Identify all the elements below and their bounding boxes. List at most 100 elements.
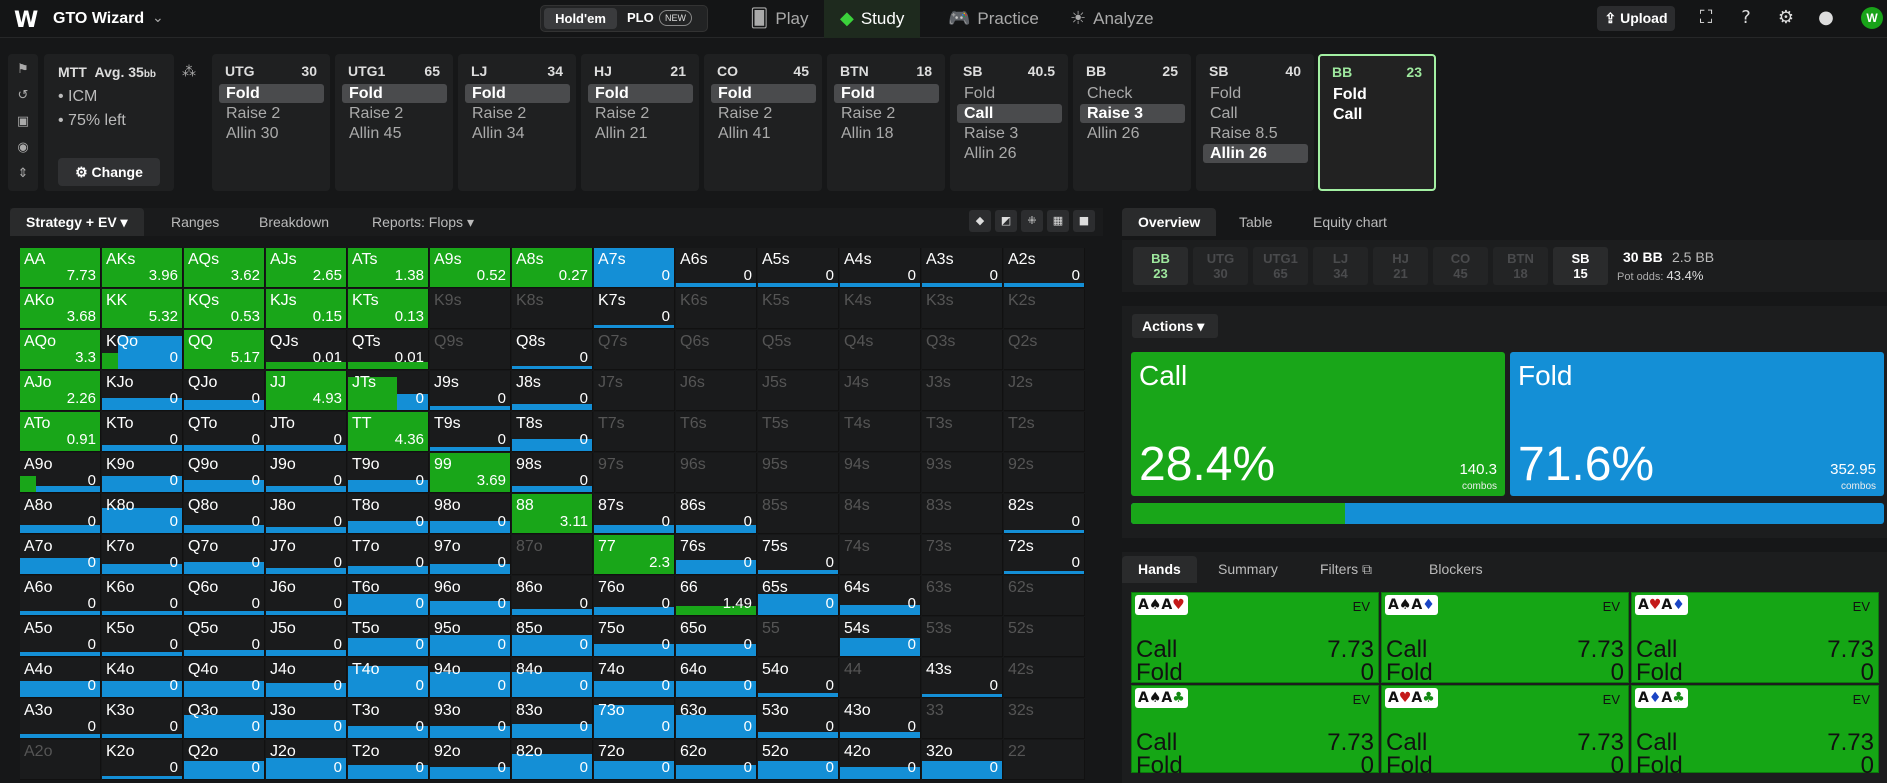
hand-cell-a9o[interactable]: A9o 0 [20,453,101,493]
tab-overview[interactable]: Overview [1122,208,1217,236]
seat-co[interactable]: CO 45 [1433,247,1488,285]
seat-hj[interactable]: HJ 21 [1373,247,1428,285]
hand-cell-94s[interactable]: 94s [840,453,921,493]
position-card-hj[interactable]: HJ 21 Fold Raise 2 Allin 21 [581,54,699,191]
hand-cell-j7s[interactable]: J7s [594,371,675,411]
hand-combo-card[interactable]: A♥A♣ EV Call 7.73 Fold 0 [1381,685,1629,779]
hand-cell-42s[interactable]: 42s [1004,658,1085,698]
action-option[interactable]: Allin 26 [1080,124,1185,143]
action-option[interactable]: Fold [1326,85,1431,104]
action-option[interactable]: Allin 34 [465,124,570,143]
action-option[interactable]: Allin 45 [342,124,447,143]
hand-cell-j3s[interactable]: J3s [922,371,1003,411]
seat-btn[interactable]: BTN 18 [1493,247,1548,285]
hand-cell-j9s[interactable]: J9s 0 [430,371,511,411]
action-option[interactable]: Fold [957,84,1062,103]
hand-cell-ats[interactable]: ATs 1.38 [348,248,429,288]
hand-cell-32s[interactable]: 32s [1004,699,1085,739]
brand-name[interactable]: GTO Wizard [53,10,144,28]
action-option[interactable]: Allin 26 [1203,144,1308,163]
hand-cell-j8s[interactable]: J8s 0 [512,371,593,411]
action-option[interactable]: Raise 2 [342,104,447,123]
hand-cell-76s[interactable]: 76s 0 [676,535,757,575]
hand-cell-ajs[interactable]: AJs 2.65 [266,248,347,288]
hand-cell-q8o[interactable]: Q8o 0 [184,494,265,534]
hand-cell-52o[interactable]: 52o 0 [758,740,839,780]
chevron-down-icon[interactable]: ⌄ [152,9,164,26]
hand-cell-k6s[interactable]: K6s [676,289,757,329]
hand-cell-kjs[interactable]: KJs 0.15 [266,289,347,329]
hand-cell-k7o[interactable]: K7o 0 [102,535,183,575]
hand-cell-a3s[interactable]: A3s 0 [922,248,1003,288]
hand-cell-62o[interactable]: 62o 0 [676,740,757,780]
hand-cell-64s[interactable]: 64s 0 [840,576,921,616]
hand-cell-t2o[interactable]: T2o 0 [348,740,429,780]
hand-cell-83o[interactable]: 83o 0 [512,699,593,739]
hand-cell-a5o[interactable]: A5o 0 [20,617,101,657]
view-grid-icon[interactable]: ▦ [1047,210,1069,232]
action-option[interactable]: Allin 30 [219,124,324,143]
hand-cell-q9o[interactable]: Q9o 0 [184,453,265,493]
hand-cell-j4o[interactable]: J4o 0 [266,658,347,698]
hand-cell-t8o[interactable]: T8o 0 [348,494,429,534]
hand-cell-63o[interactable]: 63o 0 [676,699,757,739]
hand-cell-73s[interactable]: 73s [922,535,1003,575]
hand-cell-k2s[interactable]: K2s [1004,289,1085,329]
action-option[interactable]: Fold [588,84,693,103]
hand-cell-qjo[interactable]: QJo 0 [184,371,265,411]
action-option[interactable]: Fold [711,84,816,103]
hand-cell-t3o[interactable]: T3o 0 [348,699,429,739]
hand-cell-43o[interactable]: 43o 0 [840,699,921,739]
hand-cell-j5s[interactable]: J5s [758,371,839,411]
action-option[interactable]: Fold [342,84,447,103]
action-option[interactable]: Raise 3 [957,124,1062,143]
plo-toggle-button[interactable]: PLO [627,10,654,25]
holdem-toggle-button[interactable]: Hold'em [544,8,617,29]
hand-cell-t5s[interactable]: T5s [758,412,839,452]
hand-cell-j5o[interactable]: J5o 0 [266,617,347,657]
hand-cell-t4s[interactable]: T4s [840,412,921,452]
hand-cell-k5o[interactable]: K5o 0 [102,617,183,657]
action-option[interactable]: Allin 21 [588,124,693,143]
hand-cell-75s[interactable]: 75s 0 [758,535,839,575]
hand-cell-jto[interactable]: JTo 0 [266,412,347,452]
hand-cell-q3s[interactable]: Q3s [922,330,1003,370]
hand-cell-j4s[interactable]: J4s [840,371,921,411]
hand-cell-92s[interactable]: 92s [1004,453,1085,493]
hand-cell-84s[interactable]: 84s [840,494,921,534]
hand-cell-92o[interactable]: 92o 0 [430,740,511,780]
hand-cell-98o[interactable]: 98o 0 [430,494,511,534]
position-card-co[interactable]: CO 45 Fold Raise 2 Allin 41 [704,54,822,191]
position-card-lj[interactable]: LJ 34 Fold Raise 2 Allin 34 [458,54,576,191]
hand-cell-93o[interactable]: 93o 0 [430,699,511,739]
hand-cell-a8s[interactable]: A8s 0.27 [512,248,593,288]
seat-bb[interactable]: BB 23 [1133,247,1188,285]
gto-wizard-logo-icon[interactable]: W [14,8,40,33]
tab-table[interactable]: Table [1239,208,1272,236]
hand-cell-kto[interactable]: KTo 0 [102,412,183,452]
position-card-sb[interactable]: SB 40.5 Fold Call Raise 3 Allin 26 [950,54,1068,191]
hand-cell-a6o[interactable]: A6o 0 [20,576,101,616]
tab-blockers[interactable]: Blockers [1429,556,1483,583]
position-card-bb[interactable]: BB 23 Fold Call [1318,54,1436,191]
share-icon[interactable]: ⁂ [182,64,196,80]
hand-cell-94o[interactable]: 94o 0 [430,658,511,698]
gear-icon[interactable]: ⚙ [1775,7,1797,29]
hand-cell-kqo[interactable]: KQo 0 [102,330,183,370]
hand-cell-97o[interactable]: 97o 0 [430,535,511,575]
hand-cell-a3o[interactable]: A3o 0 [20,699,101,739]
hand-cell-99[interactable]: 99 3.69 [430,453,511,493]
hand-cell-96s[interactable]: 96s [676,453,757,493]
user-icon[interactable]: ● [1815,7,1837,29]
hand-cell-kts[interactable]: KTs 0.13 [348,289,429,329]
hand-cell-95s[interactable]: 95s [758,453,839,493]
hand-cell-q5o[interactable]: Q5o 0 [184,617,265,657]
screenshot-icon[interactable]: ⛶ [1695,7,1717,29]
hand-cell-ajo[interactable]: AJo 2.26 [20,371,101,411]
hand-cell-54s[interactable]: 54s 0 [840,617,921,657]
hand-cell-q8s[interactable]: Q8s 0 [512,330,593,370]
hand-cell-73o[interactable]: 73o 0 [594,699,675,739]
hand-cell-q4s[interactable]: Q4s [840,330,921,370]
hand-cell-83s[interactable]: 83s [922,494,1003,534]
hand-cell-74o[interactable]: 74o 0 [594,658,675,698]
